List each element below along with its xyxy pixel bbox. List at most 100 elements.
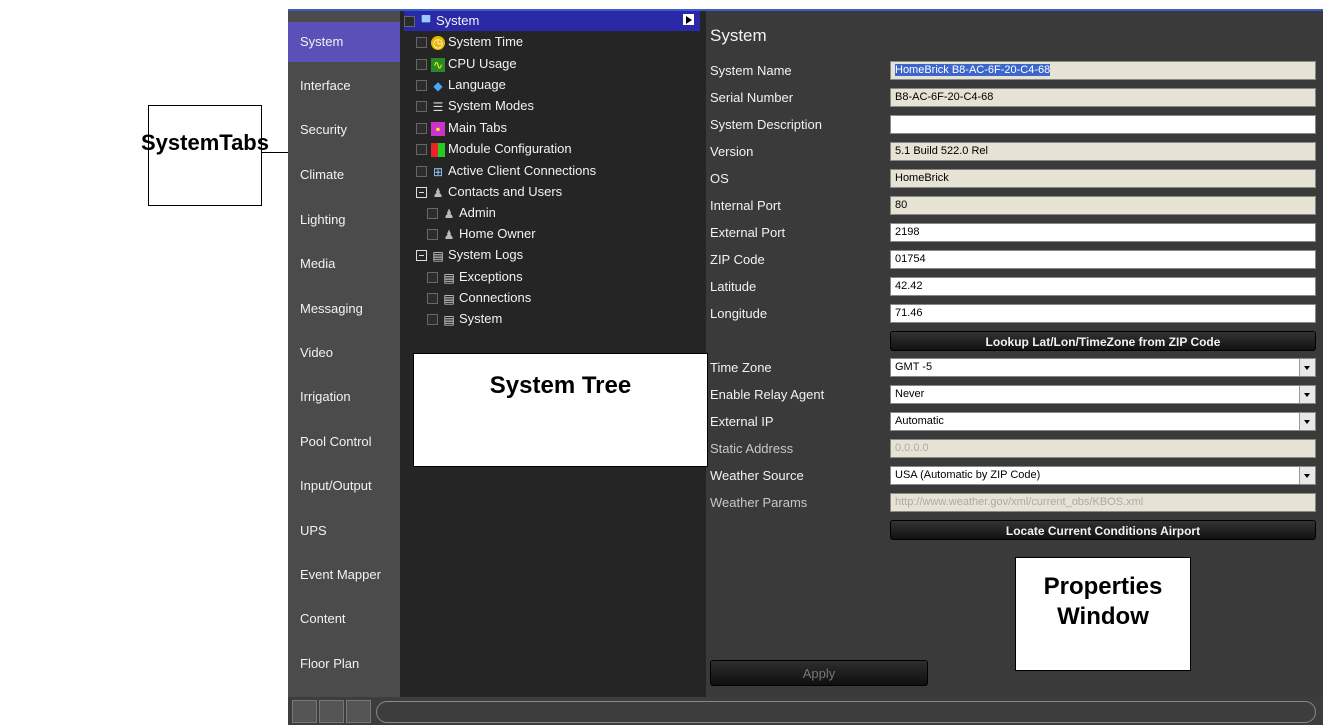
callout-system-tree-label: System Tree: [489, 372, 632, 399]
static-address-label: Static Address: [710, 441, 794, 456]
tree-checkbox[interactable]: [416, 37, 427, 49]
os-field[interactable]: HomeBrick: [890, 169, 1316, 188]
tree-item-system-root[interactable]: ▀ System: [404, 11, 700, 31]
log-icon: ▤: [443, 312, 455, 327]
tab-video[interactable]: Video: [288, 333, 400, 373]
version-field[interactable]: 5.1 Build 522.0 Rel: [890, 142, 1316, 161]
collapse-icon[interactable]: [416, 187, 427, 199]
tree-checkbox[interactable]: [416, 101, 427, 113]
log-icon: ▤: [443, 291, 455, 306]
tab-climate[interactable]: Climate: [288, 155, 400, 195]
tree-item-module-configuration[interactable]: Module Configuration: [416, 139, 572, 159]
tree-checkbox[interactable]: [416, 144, 427, 156]
tree-item-system-time[interactable]: ◷ System Time: [416, 32, 523, 52]
internal-port-label: Internal Port: [710, 198, 781, 213]
tab-content[interactable]: Content: [288, 599, 400, 639]
tree-root-label: System: [436, 13, 480, 28]
status-cell[interactable]: [292, 700, 317, 723]
user-icon: ♟: [443, 206, 455, 221]
latitude-field[interactable]: 42.42: [890, 277, 1316, 296]
tree-item-contacts-and-users[interactable]: ♟ Contacts and Users: [416, 182, 562, 202]
tree-checkbox[interactable]: [427, 314, 438, 326]
time-zone-select[interactable]: GMT -5: [890, 358, 1316, 377]
tree-checkbox[interactable]: [427, 272, 438, 284]
longitude-field[interactable]: 71.46: [890, 304, 1316, 323]
zip-code-field[interactable]: 01754: [890, 250, 1316, 269]
relay-agent-select[interactable]: Never: [890, 385, 1316, 404]
tree-item-language[interactable]: ◆ Language: [416, 75, 506, 95]
tree-item-label: Exceptions: [459, 269, 523, 284]
external-ip-label: External IP: [710, 414, 774, 429]
cpu-graph-icon: ∿: [431, 57, 445, 72]
external-port-field[interactable]: 2198: [890, 223, 1316, 242]
callout-properties-line1: Properties: [1043, 573, 1163, 600]
tree-checkbox[interactable]: [427, 229, 438, 241]
users-icon: ♟: [432, 185, 444, 200]
tab-system[interactable]: System: [288, 22, 400, 62]
external-port-label: External Port: [710, 225, 786, 240]
system-description-field[interactable]: [890, 115, 1316, 134]
status-message-field[interactable]: [376, 701, 1316, 723]
tab-input-output[interactable]: Input/Output: [288, 466, 400, 506]
chevron-down-icon[interactable]: [1299, 386, 1315, 403]
tree-checkbox[interactable]: [416, 123, 427, 135]
os-label: OS: [710, 171, 729, 186]
tab-media[interactable]: Media: [288, 244, 400, 284]
weather-source-select[interactable]: USA (Automatic by ZIP Code): [890, 466, 1316, 485]
tree-checkbox[interactable]: [427, 293, 438, 305]
weather-params-field[interactable]: http://www.weather.gov/xml/current_obs/K…: [890, 493, 1316, 512]
tab-floor-plan[interactable]: Floor Plan: [288, 644, 400, 684]
tab-security[interactable]: Security: [288, 110, 400, 150]
tab-interface[interactable]: Interface: [288, 66, 400, 106]
tree-item-label: Module Configuration: [448, 141, 572, 156]
tree-checkbox[interactable]: [416, 166, 427, 178]
callout-properties-line2: Window: [1057, 603, 1149, 630]
log-icon: ▤: [443, 270, 455, 285]
system-name-value: HomeBrick B8-AC-6F-20-C4-68: [895, 64, 1051, 76]
chevron-down-icon[interactable]: [1299, 359, 1315, 376]
static-address-field[interactable]: 0.0.0.0: [890, 439, 1316, 458]
computer-icon: ▀: [421, 14, 431, 29]
tab-event-mapper[interactable]: Event Mapper: [288, 555, 400, 595]
lookup-lat-lon-button[interactable]: Lookup Lat/Lon/TimeZone from ZIP Code: [890, 331, 1316, 351]
relay-agent-value: Never: [895, 388, 925, 400]
chevron-down-icon[interactable]: [1299, 413, 1315, 430]
play-icon[interactable]: [683, 14, 694, 25]
tree-checkbox[interactable]: [416, 59, 427, 71]
tab-messaging[interactable]: Messaging: [288, 289, 400, 329]
tree-item-active-client-connections[interactable]: ⊞ Active Client Connections: [416, 161, 596, 181]
tree-checkbox[interactable]: [416, 80, 427, 92]
tree-item-system-logs[interactable]: ▤ System Logs: [416, 245, 523, 265]
internal-port-field[interactable]: 80: [890, 196, 1316, 215]
apply-button[interactable]: Apply: [710, 660, 928, 686]
tree-checkbox[interactable]: [404, 16, 415, 28]
chevron-down-icon[interactable]: [1299, 467, 1315, 484]
callout-system-tabs: SystemTabs: [141, 105, 269, 206]
tree-checkbox[interactable]: [427, 208, 438, 220]
system-tabs: System Interface Security Climate Lighti…: [288, 11, 400, 697]
language-icon: ◆: [433, 78, 443, 93]
tree-item-home-owner[interactable]: ♟ Home Owner: [427, 224, 536, 244]
system-name-field[interactable]: HomeBrick B8-AC-6F-20-C4-68: [890, 61, 1316, 80]
collapse-icon[interactable]: [416, 250, 427, 262]
tree-item-connections[interactable]: ▤ Connections: [427, 288, 531, 308]
tree-item-cpu-usage[interactable]: ∿ CPU Usage: [416, 54, 517, 74]
tab-pool-control[interactable]: Pool Control: [288, 422, 400, 462]
tree-item-main-tabs[interactable]: ▪ Main Tabs: [416, 118, 507, 138]
tree-item-label: Contacts and Users: [448, 184, 563, 199]
tree-item-label: Home Owner: [459, 226, 536, 241]
tab-ups[interactable]: UPS: [288, 511, 400, 551]
serial-number-field[interactable]: B8-AC-6F-20-C4-68: [890, 88, 1316, 107]
tree-item-admin[interactable]: ♟ Admin: [427, 203, 496, 223]
status-cell[interactable]: [346, 700, 371, 723]
tree-item-system-log[interactable]: ▤ System: [427, 309, 502, 329]
status-cell[interactable]: [319, 700, 344, 723]
external-ip-select[interactable]: Automatic: [890, 412, 1316, 431]
tree-item-exceptions[interactable]: ▤ Exceptions: [427, 267, 523, 287]
locate-airport-button[interactable]: Locate Current Conditions Airport: [890, 520, 1316, 540]
tab-irrigation[interactable]: Irrigation: [288, 377, 400, 417]
tab-lighting[interactable]: Lighting: [288, 200, 400, 240]
tree-item-system-modes[interactable]: ☰ System Modes: [416, 96, 534, 116]
zip-code-label: ZIP Code: [710, 252, 765, 267]
tree-item-label: Active Client Connections: [448, 163, 597, 178]
